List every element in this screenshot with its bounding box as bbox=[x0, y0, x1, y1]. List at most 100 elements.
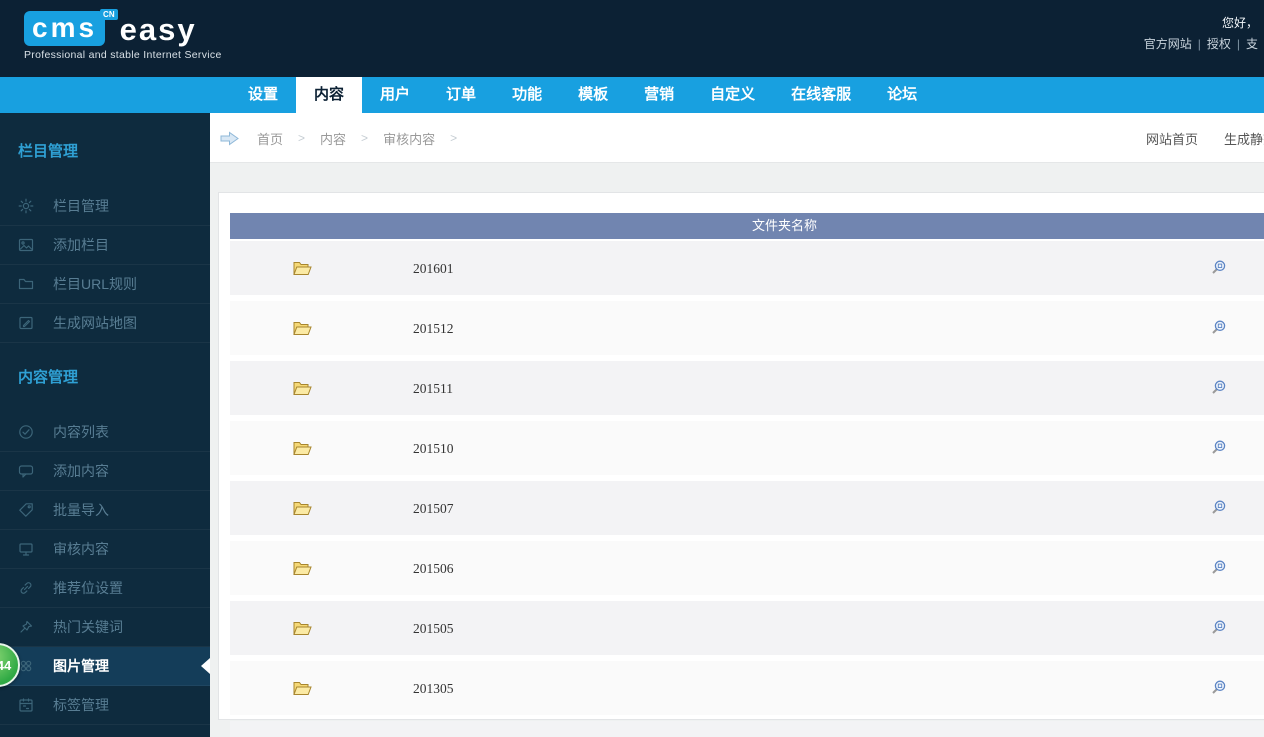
breadcrumb: 首页 > 内容 > 审核内容 > bbox=[220, 113, 472, 163]
sidebar-section-column-mgmt: 栏目管理 bbox=[18, 143, 79, 160]
table-header-folder-name: 文件夹名称 bbox=[230, 213, 1264, 239]
sidebar-item-content-list[interactable]: 内容列表 bbox=[0, 413, 210, 452]
content-card: 文件夹名称 201601 201512 201511 201510 201507 bbox=[218, 192, 1264, 737]
sidebar-item-add-column[interactable]: 添加栏目 bbox=[0, 226, 210, 265]
sidebar-item-label: 生成网站地图 bbox=[53, 315, 137, 331]
breadcrumb-arrow-icon bbox=[220, 131, 239, 145]
sidebar: 栏目管理 栏目管理 添加栏目 栏目URL规则 生成网站地图 内容管理 内容列表 … bbox=[0, 113, 210, 737]
cmseasy-logo[interactable]: cms CN easy Professional and stable Inte… bbox=[24, 9, 222, 61]
tab-content[interactable]: 内容 bbox=[296, 77, 363, 118]
sidebar-item-generate-sitemap[interactable]: 生成网站地图 bbox=[0, 304, 210, 343]
tab-features[interactable]: 功能 bbox=[494, 77, 560, 113]
logo-cms-text: cms bbox=[24, 11, 106, 46]
breadcrumb-separator: > bbox=[298, 131, 306, 145]
folder-icon bbox=[293, 382, 312, 395]
tab-templates[interactable]: 模板 bbox=[560, 77, 626, 113]
table-row[interactable]: 201512 bbox=[230, 301, 1264, 355]
folder-name-link[interactable]: 201507 bbox=[413, 501, 454, 517]
table-row[interactable]: 201505 bbox=[230, 601, 1264, 655]
folder-name-link[interactable]: 201505 bbox=[413, 621, 454, 637]
gear-icon bbox=[18, 198, 34, 214]
magnifier-icon[interactable] bbox=[1210, 319, 1227, 336]
folder-icon bbox=[293, 682, 312, 695]
sidebar-item-recommend-position[interactable]: 推荐位设置 bbox=[0, 569, 210, 608]
license-link[interactable]: 授权 bbox=[1207, 37, 1231, 51]
main-nav: 设置 内容 用户 订单 功能 模板 营销 自定义 在线客服 论坛 bbox=[0, 77, 1264, 118]
tab-users[interactable]: 用户 bbox=[362, 77, 428, 113]
user-info: 您好， 官方网站 | 授权 | 支 bbox=[1144, 13, 1258, 55]
sidebar-item-label: 栏目URL规则 bbox=[53, 276, 138, 292]
folder-icon bbox=[293, 442, 312, 455]
folder-icon bbox=[293, 562, 312, 575]
greeting-text: 您好， bbox=[1221, 16, 1258, 30]
folder-name-link[interactable]: 201510 bbox=[413, 441, 454, 457]
magnifier-icon[interactable] bbox=[1210, 679, 1227, 696]
sidebar-item-batch-import[interactable]: 批量导入 bbox=[0, 491, 210, 530]
folder-name-link[interactable]: 201506 bbox=[413, 561, 454, 577]
folder-icon bbox=[293, 262, 312, 275]
folder-name-link[interactable]: 201512 bbox=[413, 321, 454, 337]
link-separator: | bbox=[1236, 37, 1240, 51]
logo-easy-text: easy bbox=[119, 12, 197, 47]
table-row-partial bbox=[230, 721, 1264, 737]
breadcrumb-bar: 首页 > 内容 > 审核内容 > 网站首页 生成静态 bbox=[210, 113, 1264, 163]
breadcrumb-home[interactable]: 首页 bbox=[257, 129, 283, 148]
official-site-link[interactable]: 官方网站 bbox=[1144, 37, 1192, 51]
magnifier-icon[interactable] bbox=[1210, 559, 1227, 576]
comment-icon bbox=[18, 465, 34, 478]
sidebar-item-label: 批量导入 bbox=[53, 502, 109, 518]
magnifier-icon[interactable] bbox=[1210, 499, 1227, 516]
monitor-icon bbox=[19, 543, 33, 556]
table-row[interactable]: 201507 bbox=[230, 481, 1264, 535]
tab-marketing[interactable]: 营销 bbox=[626, 77, 692, 113]
image-icon bbox=[18, 238, 34, 252]
generate-static-link[interactable]: 生成静态 bbox=[1224, 129, 1264, 148]
logo-cn-badge: CN bbox=[100, 9, 118, 20]
tab-orders[interactable]: 订单 bbox=[428, 77, 494, 113]
table-row[interactable]: 201506 bbox=[230, 541, 1264, 595]
magnifier-icon[interactable] bbox=[1210, 619, 1227, 636]
sitemap-icon bbox=[19, 316, 33, 330]
breadcrumb-separator: > bbox=[450, 131, 458, 145]
sidebar-item-review-content[interactable]: 审核内容 bbox=[0, 530, 210, 569]
sidebar-item-label: 栏目管理 bbox=[53, 198, 109, 214]
folder-name-link[interactable]: 201305 bbox=[413, 681, 454, 697]
calendar-icon bbox=[19, 698, 33, 712]
sidebar-item-column-manage[interactable]: 栏目管理 bbox=[0, 187, 210, 226]
folder-icon bbox=[293, 622, 312, 635]
site-home-link[interactable]: 网站首页 bbox=[1146, 129, 1198, 148]
table-row[interactable]: 201601 bbox=[230, 241, 1264, 295]
table-row[interactable]: 201305 bbox=[230, 661, 1264, 715]
folder-icon bbox=[18, 278, 34, 290]
folder-name-link[interactable]: 201601 bbox=[413, 261, 454, 277]
breadcrumb-separator: > bbox=[361, 131, 369, 145]
magnifier-icon[interactable] bbox=[1210, 439, 1227, 456]
magnifier-icon[interactable] bbox=[1210, 379, 1227, 396]
sidebar-item-column-url-rules[interactable]: 栏目URL规则 bbox=[0, 265, 210, 304]
folder-icon bbox=[293, 322, 312, 335]
link-icon bbox=[20, 582, 32, 594]
sidebar-item-add-content[interactable]: 添加内容 bbox=[0, 452, 210, 491]
folder-name-link[interactable]: 201511 bbox=[413, 381, 453, 397]
tab-forum[interactable]: 论坛 bbox=[869, 77, 935, 113]
sidebar-item-tag-manage[interactable]: 标签管理 bbox=[0, 686, 210, 725]
sidebar-item-image-manage[interactable]: 图片管理 bbox=[0, 647, 210, 686]
sidebar-item-label: 审核内容 bbox=[53, 541, 109, 557]
breadcrumb-content[interactable]: 内容 bbox=[320, 129, 346, 148]
tab-online-service[interactable]: 在线客服 bbox=[773, 77, 869, 113]
breadcrumb-review-content[interactable]: 审核内容 bbox=[383, 129, 435, 148]
gallery-icon bbox=[20, 660, 32, 672]
tab-custom[interactable]: 自定义 bbox=[692, 77, 773, 113]
sidebar-item-hot-keywords[interactable]: 热门关键词 bbox=[0, 608, 210, 647]
magnifier-icon[interactable] bbox=[1210, 259, 1227, 276]
sidebar-item-label: 内容列表 bbox=[53, 424, 109, 440]
pin-icon bbox=[20, 620, 33, 633]
tag-icon bbox=[19, 503, 33, 517]
table-row[interactable]: 201511 bbox=[230, 361, 1264, 415]
sidebar-item-label: 图片管理 bbox=[53, 658, 109, 674]
payment-link[interactable]: 支 bbox=[1246, 37, 1258, 51]
table-row[interactable]: 201510 bbox=[230, 421, 1264, 475]
tab-settings[interactable]: 设置 bbox=[230, 77, 296, 113]
sidebar-section-content-mgmt: 内容管理 bbox=[18, 369, 79, 386]
logo-tagline: Professional and stable Internet Service bbox=[24, 49, 222, 61]
